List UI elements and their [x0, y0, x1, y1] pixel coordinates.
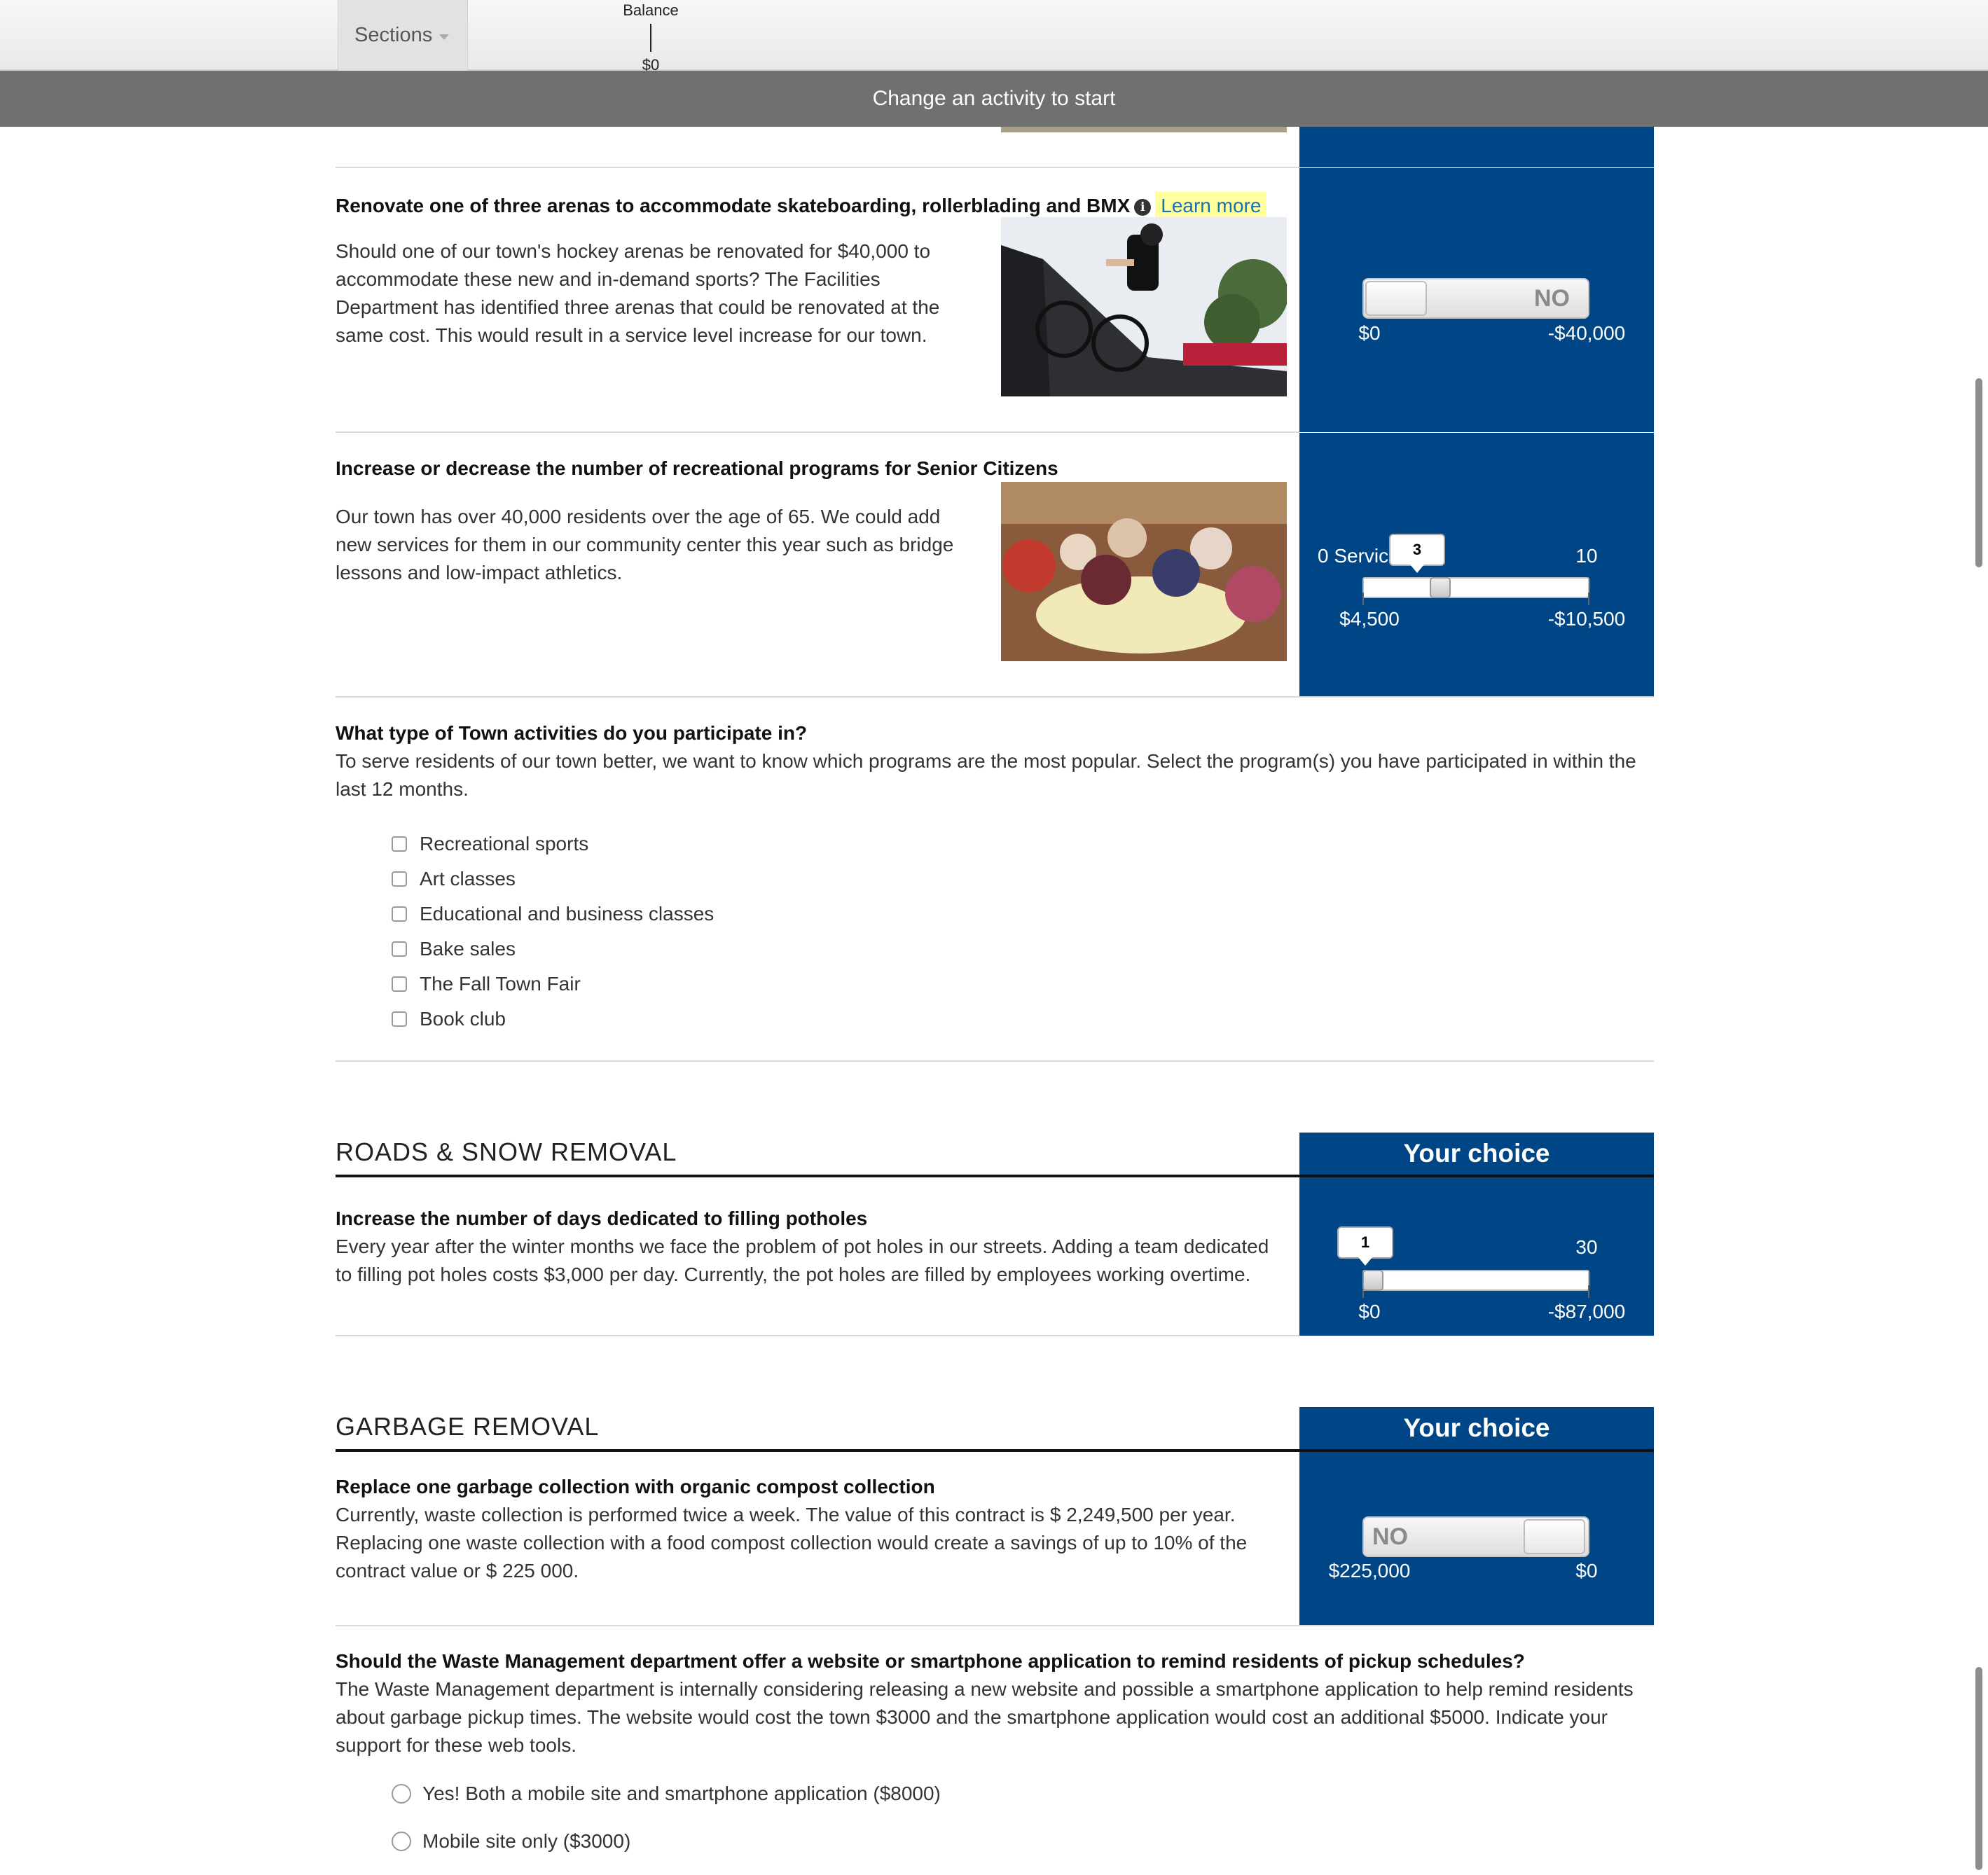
skate-left-value: $0: [1358, 322, 1381, 344]
skate-title-text: Renovate one of three arenas to accommod…: [336, 195, 1131, 216]
bmx-rider-image: [1001, 217, 1287, 396]
checkbox-label: Recreational sports: [420, 833, 589, 855]
waste-app-description: The Waste Management department is inter…: [336, 1678, 1634, 1756]
checkbox-label: Bake sales: [420, 938, 516, 960]
potholes-left-value: $0: [1358, 1301, 1381, 1322]
potholes-slider-handle[interactable]: [1362, 1270, 1383, 1291]
scrollbar-thumb[interactable]: [1975, 378, 1982, 567]
checkbox-option[interactable]: Bake sales: [392, 932, 714, 967]
compost-toggle[interactable]: NO: [1362, 1516, 1589, 1557]
skate-title: Renovate one of three arenas to accommod…: [336, 192, 1299, 220]
divider: [336, 431, 1299, 433]
radio-label: Mobile site only ($3000): [422, 1830, 631, 1852]
toggle-label: NO: [1372, 1523, 1408, 1550]
potholes-value-bubble: 1: [1337, 1226, 1393, 1266]
checkbox[interactable]: [392, 871, 407, 887]
checkbox-label: Art classes: [420, 868, 516, 890]
checkbox[interactable]: [392, 1011, 407, 1027]
balance-marker: [650, 24, 651, 52]
compost-left-value: $225,000: [1328, 1560, 1411, 1582]
radio-label: Yes! Both a mobile site and smartphone a…: [422, 1783, 941, 1804]
checkbox[interactable]: [392, 941, 407, 957]
potholes-description: Every year after the winter months we fa…: [336, 1236, 1269, 1285]
top-bar: Sections Balance $0: [0, 0, 1988, 74]
checkbox-option[interactable]: Book club: [392, 1002, 714, 1037]
checkbox-option[interactable]: Art classes: [392, 862, 714, 897]
divider: [336, 696, 1654, 698]
seniors-left-value: $4,500: [1339, 608, 1400, 630]
balance-label: Balance: [623, 1, 679, 19]
potholes-slider-track[interactable]: [1362, 1270, 1589, 1291]
section-title-garbage: GARBAGE REMOVAL: [336, 1412, 600, 1441]
activities-description: To serve residents of our town better, w…: [336, 750, 1636, 800]
activities-title: What type of Town activities do you part…: [336, 722, 808, 744]
checkbox-label: Educational and business classes: [420, 903, 715, 925]
checkbox-option[interactable]: Educational and business classes: [392, 897, 714, 932]
radio-button[interactable]: [392, 1784, 411, 1804]
scrollbar-thumb[interactable]: [1975, 1667, 1982, 1870]
info-icon[interactable]: i: [1134, 199, 1152, 216]
sections-dropdown-button[interactable]: Sections: [338, 0, 468, 71]
seniors-slider-handle[interactable]: [1430, 577, 1451, 598]
section-title-roads: ROADS & SNOW REMOVAL: [336, 1137, 677, 1166]
toggle-knob[interactable]: [1365, 281, 1427, 316]
potholes-max-label: 30: [1575, 1236, 1598, 1258]
toggle-label: NO: [1534, 285, 1570, 312]
chevron-down-icon: [439, 34, 450, 40]
divider: [336, 1335, 1299, 1336]
status-banner: Change an activity to start: [0, 71, 1988, 127]
divider: [336, 167, 1299, 168]
slider-tick: [1362, 593, 1364, 605]
divider: [336, 1060, 1654, 1062]
checkbox[interactable]: [392, 906, 407, 922]
toggle-knob[interactable]: [1524, 1519, 1585, 1554]
choice-panel-skate: NO $0 -$40,000: [1299, 168, 1654, 432]
sections-label: Sections: [354, 24, 433, 46]
waste-app-title: Should the Waste Management department o…: [336, 1650, 1525, 1672]
your-choice-header: Your choice: [1299, 1407, 1654, 1449]
compost-right-value: $0: [1575, 1560, 1598, 1582]
waste-app-radio-group: Yes! Both a mobile site and smartphone a…: [392, 1770, 941, 1865]
photo-previous: [1001, 127, 1287, 132]
activities-checkbox-list: Recreational sports Art classes Educatio…: [392, 826, 714, 1037]
learn-more-link[interactable]: Learn more: [1155, 192, 1267, 220]
checkbox-option[interactable]: Recreational sports: [392, 826, 714, 862]
seniors-right-value: -$10,500: [1547, 608, 1626, 630]
radio-option[interactable]: Mobile site only ($3000): [392, 1818, 941, 1865]
seniors-description: Our town has over 40,000 residents over …: [336, 506, 954, 583]
slider-tick: [1588, 593, 1589, 605]
radio-button[interactable]: [392, 1832, 411, 1851]
your-choice-header: Your choice: [1299, 1133, 1654, 1175]
checkbox-label: The Fall Town Fair: [420, 973, 581, 995]
compost-title: Replace one garbage collection with orga…: [336, 1476, 935, 1497]
slider-tick: [1588, 1285, 1589, 1298]
choice-panel-seniors: 0 Services 10 3 $4,500 -$10,500: [1299, 433, 1654, 697]
checkbox[interactable]: [392, 836, 407, 852]
skate-right-value: -$40,000: [1547, 322, 1626, 344]
potholes-right-value: -$87,000: [1547, 1301, 1626, 1322]
seniors-title: Increase or decrease the number of recre…: [336, 457, 1058, 479]
radio-option[interactable]: Yes! Both a mobile site and smartphone a…: [392, 1770, 941, 1818]
checkbox[interactable]: [392, 976, 407, 992]
seniors-value-bubble: 3: [1389, 534, 1445, 573]
seniors-playing-cards-image: [1001, 482, 1287, 661]
seniors-max-label: 10: [1575, 545, 1598, 567]
seniors-photo: [1001, 482, 1287, 661]
potholes-title: Increase the number of days dedicated to…: [336, 1208, 868, 1229]
divider: [336, 1625, 1654, 1626]
seniors-slider-track[interactable]: [1362, 577, 1589, 598]
checkbox-label: Book club: [420, 1008, 506, 1030]
compost-description: Currently, waste collection is performed…: [336, 1504, 1248, 1582]
skate-description: Should one of our town's hockey arenas b…: [336, 240, 940, 346]
checkbox-option[interactable]: The Fall Town Fair: [392, 967, 714, 1002]
choice-panel-potholes: 30 1 $0 -$87,000: [1299, 1177, 1654, 1336]
bmx-photo: [1001, 217, 1287, 396]
balance-indicator: Balance $0: [609, 1, 692, 74]
skate-toggle[interactable]: NO: [1362, 278, 1589, 319]
choice-panel-compost: NO $225,000 $0: [1299, 1452, 1654, 1626]
